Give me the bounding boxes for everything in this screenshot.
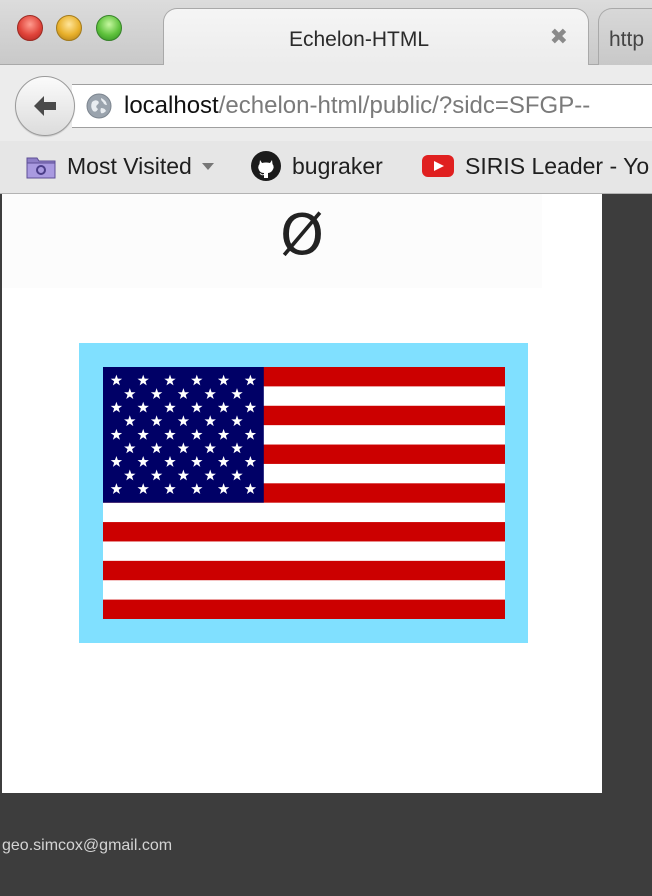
tab-strip: Echelon-HTML ✖ http [0,0,652,66]
github-icon [251,151,281,181]
flag-stripe [103,580,505,601]
tab-close-icon[interactable]: ✖ [550,25,568,50]
back-button[interactable] [15,76,75,136]
flag-canton [103,367,264,503]
flag-stripe [103,502,505,523]
chevron-down-icon [201,162,214,170]
symbol-title: Ø [279,203,325,268]
flag-stripe [103,541,505,562]
tab-title: http [609,28,645,51]
bookmark-siris-leader[interactable]: SIRIS Leader - Yo [421,149,649,183]
back-arrow-icon [34,96,56,116]
footer-email: geo.simcox@gmail.com [2,837,173,854]
url-path: /echelon-html/public/?sidc=SFGP-- [218,92,591,119]
symbol-frame [79,343,528,643]
minimize-window-button[interactable] [56,15,82,41]
bookmark-most-visited[interactable]: Most Visited [25,149,214,183]
url-host: localhost [124,92,219,119]
url-bar[interactable]: localhost/echelon-html/public/?sidc=SFGP… [72,84,652,128]
bookmark-bugraker[interactable]: bugraker [250,149,383,183]
bookmarks-bar: Most Visited bugraker SIRIS Leader - Yo [0,141,652,194]
content-area: Ø geo.simcox@gmail.com [0,194,652,896]
flag-stripe [103,560,505,581]
tab-echelon-html[interactable]: Echelon-HTML ✖ [163,8,589,66]
url-text[interactable]: localhost/echelon-html/public/?sidc=SFGP… [124,92,590,120]
navigation-bar: localhost/echelon-html/public/?sidc=SFGP… [0,65,652,141]
close-window-button[interactable] [17,15,43,41]
flag-stripe [103,522,505,542]
us-flag-image [103,367,505,619]
symbol-panel: Ø [2,194,602,793]
youtube-icon [422,155,454,177]
bookmark-label: bugraker [292,152,383,179]
tab-http[interactable]: http [598,8,652,66]
folder-icon [26,157,56,179]
bookmark-label: Most Visited [67,152,192,179]
tab-title: Echelon-HTML [288,28,430,51]
globe-icon [86,93,112,119]
flag-stripe [103,599,505,619]
bookmark-label: SIRIS Leader - Yo [465,152,650,179]
zoom-window-button[interactable] [96,15,122,41]
